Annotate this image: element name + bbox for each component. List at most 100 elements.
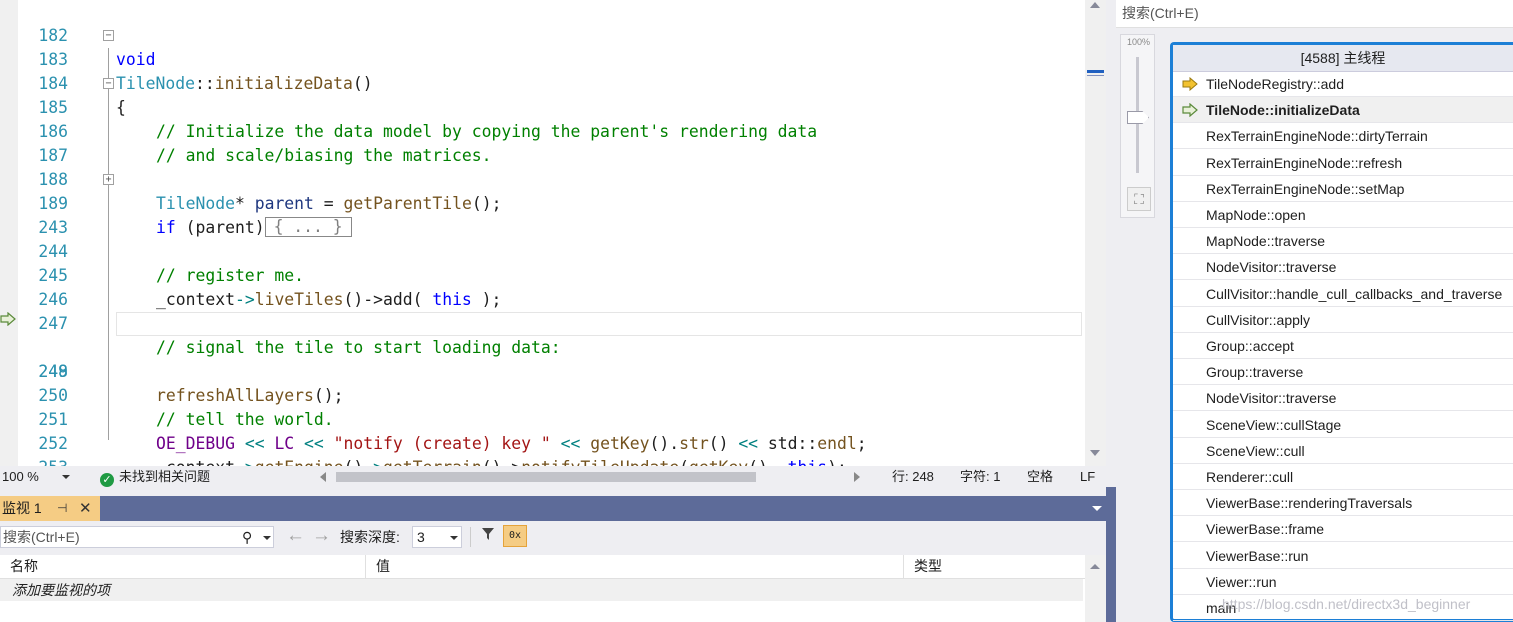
arrow-right-icon[interactable]: →: [312, 525, 331, 547]
column-header-value[interactable]: 值: [366, 555, 904, 578]
stack-frame[interactable]: MapNode::open: [1173, 202, 1513, 228]
issues-indicator[interactable]: ✓ 未找到相关问题: [100, 466, 210, 487]
watch-panel-header: 监视 1 ⊣ ✕: [0, 496, 1106, 521]
stack-frame[interactable]: NodeVisitor::traverse: [1173, 254, 1513, 281]
stack-frame-name: ViewerBase::frame: [1206, 521, 1325, 538]
stack-frame[interactable]: RexTerrainEngineNode::refresh: [1173, 150, 1513, 176]
scrollbar-thumb[interactable]: [336, 472, 756, 482]
filter-icon[interactable]: [478, 526, 498, 548]
stack-frame[interactable]: CullVisitor::handle_cull_callbacks_and_t…: [1173, 281, 1513, 307]
slider-thumb[interactable]: [1127, 111, 1149, 124]
code-line[interactable]: 244 // register me.: [0, 216, 1083, 285]
search-placeholder: 搜索(Ctrl+E): [3, 529, 80, 545]
zoom-slider[interactable]: 100% ⛶: [1120, 34, 1155, 218]
stack-frame[interactable]: SceneView::cull: [1173, 438, 1513, 464]
zoom-level: 100 %: [2, 469, 39, 484]
thread-stack-node[interactable]: [4588] 主线程 TileNodeRegistry::addTileNode…: [1170, 42, 1513, 622]
stack-frame[interactable]: RexTerrainEngineNode::dirtyTerrain: [1173, 123, 1513, 150]
stack-frame[interactable]: ViewerBase::renderingTraversals: [1173, 490, 1513, 517]
stack-frame[interactable]: Renderer::cull: [1173, 464, 1513, 490]
stack-frame-name: TileNode::initializeData: [1206, 102, 1360, 119]
close-icon[interactable]: ✕: [79, 496, 92, 521]
scroll-right-icon[interactable]: [854, 472, 860, 482]
code-line[interactable]: 254: [0, 456, 1083, 466]
line-ending-indicator[interactable]: LF: [1080, 466, 1095, 487]
code-line[interactable]: 183 TileNode::initializeData(): [0, 24, 1083, 93]
stack-frame[interactable]: NodeVisitor::traverse: [1173, 385, 1513, 412]
code-line[interactable]: 252 _context->getEngine()->getTerrain()-…: [0, 408, 1083, 466]
code-line[interactable]: 250 // tell the world.: [0, 360, 1083, 429]
toolbar-separator: [470, 527, 471, 547]
hex-display-button[interactable]: 0x: [503, 525, 527, 547]
code-line[interactable]: 187: [0, 120, 1083, 165]
scroll-up-icon[interactable]: [1090, 564, 1100, 569]
issues-text: 未找到相关问题: [119, 469, 211, 484]
editor-horizontal-scrollbar[interactable]: [320, 469, 860, 484]
stack-frame[interactable]: SceneView::cullStage: [1173, 412, 1513, 438]
column-header-name[interactable]: 名称: [0, 555, 366, 578]
code-line[interactable]: 188 TileNode* parent = getParentTile();: [0, 144, 1083, 213]
zoom-dropdown[interactable]: 100 %: [0, 466, 72, 487]
code-line[interactable]: 184 {: [0, 48, 1083, 117]
scroll-down-icon[interactable]: [1090, 450, 1100, 456]
search-depth-select[interactable]: 3: [412, 526, 462, 548]
stack-frame[interactable]: CullVisitor::apply: [1173, 307, 1513, 333]
code-line[interactable]: 185 // Initialize the data model by copy…: [0, 72, 1083, 141]
line-indicator[interactable]: 行: 248: [892, 466, 934, 487]
stack-frame-name: MapNode::traverse: [1206, 233, 1326, 250]
panel-gap: [0, 487, 1106, 496]
tab-watch-1[interactable]: 监视 1 ⊣ ✕: [0, 496, 100, 521]
watch-search-input[interactable]: 搜索(Ctrl+E) ⚲: [0, 526, 274, 548]
scrollbar-marker: [1087, 75, 1104, 76]
stack-frame-name: Group::traverse: [1206, 364, 1304, 381]
arrow-left-icon[interactable]: ←: [286, 525, 305, 547]
search-icon[interactable]: ⚲: [242, 529, 252, 546]
code-line[interactable]: 253 }: [0, 432, 1083, 466]
stack-frame[interactable]: TileNode::initializeData: [1173, 97, 1513, 124]
chevron-down-icon[interactable]: [263, 536, 271, 540]
watch-list-body: [0, 601, 1085, 622]
watermark-text: https://blog.csdn.net/directx3d_beginner: [1222, 596, 1471, 612]
scroll-left-icon[interactable]: [320, 472, 326, 482]
code-line[interactable]: 251 OE_DEBUG << LC << "notify (create) k…: [0, 384, 1083, 453]
code-line[interactable]: 245 _context->liveTiles()->add( this );: [0, 240, 1083, 309]
stack-frame-name: SceneView::cullStage: [1206, 416, 1342, 433]
code-line-current[interactable]: 248 refreshAllLayers();: [0, 312, 1083, 405]
column-header-type[interactable]: 类型: [904, 555, 1085, 578]
char-indicator[interactable]: 字符: 1: [960, 466, 1000, 487]
code-line[interactable]: 243: [0, 192, 1083, 237]
parallel-stacks-search-input[interactable]: 搜索(Ctrl+E): [1116, 0, 1513, 28]
stack-frame-name: Group::accept: [1206, 338, 1294, 354]
code-line[interactable]: 186 // and scale/biasing the matrices.: [0, 96, 1083, 165]
parallel-stacks-canvas[interactable]: 100% ⛶ [4588] 主线程 TileNodeRegistry::addT…: [1116, 28, 1513, 622]
stack-frame-name: MapNode::open: [1206, 207, 1306, 223]
stack-frame[interactable]: Group::accept: [1173, 333, 1513, 359]
stack-frame[interactable]: MapNode::traverse: [1173, 228, 1513, 255]
stack-frame[interactable]: Group::traverse: [1173, 359, 1513, 386]
window-menu-icon[interactable]: [1092, 506, 1102, 511]
whitespace-indicator[interactable]: 空格: [1027, 466, 1053, 487]
zoom-fit-icon[interactable]: ⛶: [1127, 187, 1151, 211]
pin-icon[interactable]: ⊣: [57, 496, 67, 521]
editor-vertical-scrollbar[interactable]: [1085, 0, 1106, 466]
watch-toolbar: 搜索(Ctrl+E) ⚲ ← → 搜索深度: 3 0x: [0, 521, 1106, 553]
stack-frame[interactable]: RexTerrainEngineNode::setMap: [1173, 176, 1513, 202]
stack-frame[interactable]: ViewerBase::frame: [1173, 516, 1513, 543]
stack-frame[interactable]: TileNodeRegistry::add: [1173, 71, 1513, 97]
code-editor[interactable]: − − + 182 void 183 TileNode::initializeD…: [0, 0, 1106, 466]
watch-vertical-scrollbar[interactable]: [1085, 555, 1106, 622]
scroll-up-icon[interactable]: [1090, 2, 1100, 8]
panel-splitter[interactable]: [1106, 0, 1116, 622]
stack-frame[interactable]: ViewerBase::run: [1173, 543, 1513, 569]
thread-header[interactable]: [4588] 主线程: [1173, 45, 1513, 72]
stack-frame[interactable]: Viewer::run: [1173, 569, 1513, 595]
add-watch-row[interactable]: 添加要监视的项: [0, 579, 1083, 601]
code-line[interactable]: 246: [0, 264, 1083, 309]
code-line[interactable]: 247 // signal the tile to start loading …: [0, 288, 1083, 357]
frame-arrow-icon: [1182, 77, 1198, 91]
code-line[interactable]: 182 void: [0, 0, 1083, 69]
search-depth-label: 搜索深度:: [340, 529, 400, 545]
stack-frame-name: SceneView::cull: [1206, 442, 1305, 459]
code-line[interactable]: 249: [0, 336, 1083, 381]
code-line[interactable]: 189 if (parent){ ... }: [0, 168, 1083, 237]
